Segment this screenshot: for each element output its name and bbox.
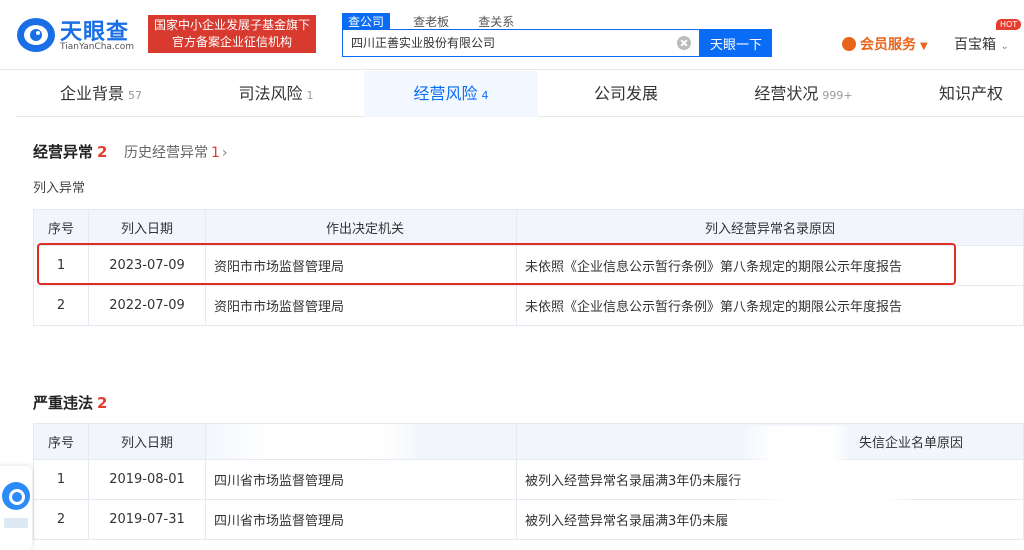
floating-service-widget[interactable] (0, 466, 32, 550)
cell-authority[interactable]: 资阳市市场监督管理局 (205, 285, 517, 326)
cell-date: 2022-07-09 (88, 285, 206, 326)
toolbox-menu[interactable]: 百宝箱 ⌄ (954, 34, 1009, 54)
cell-authority[interactable]: 四川省市场监督管理局 (205, 499, 517, 540)
caret-down-icon: ▼ (920, 41, 928, 52)
cell-date: 2019-07-31 (88, 499, 206, 540)
tab-label: 司法风险 (238, 84, 303, 103)
tab-operating-status[interactable]: 经营状况 999+ (716, 71, 891, 117)
slogan-banner: 国家中小企业发展子基金旗下 官方备案企业征信机构 (148, 15, 316, 53)
tab-count: 57 (128, 89, 142, 102)
col-header-index: 序号 (33, 423, 89, 460)
history-count: 1 (211, 145, 220, 161)
cell-index: 2 (33, 499, 89, 540)
clear-icon[interactable] (677, 36, 691, 50)
abnormal-section-title: 经营异常 2 (33, 141, 107, 162)
cell-index: 2 (33, 285, 89, 326)
tab-count: 1 (306, 89, 314, 102)
search-box (342, 29, 700, 57)
vip-label: 会员服务 (860, 37, 916, 53)
hot-badge: HOT (996, 19, 1022, 30)
search-button[interactable]: 天眼一下 (700, 29, 772, 57)
tab-judicial-risk[interactable]: 司法风险 1 (191, 71, 361, 117)
history-abnormal-link[interactable]: 历史经营异常 1 › (124, 142, 228, 162)
col-header-reason: 列入经营异常名录原因 (516, 209, 1024, 246)
violation-title: 严重违法 (33, 394, 94, 412)
tab-count: 999+ (822, 89, 853, 102)
col-header-date: 列入日期 (88, 423, 206, 460)
tab-company-development[interactable]: 公司发展 (541, 71, 711, 117)
cell-reason: 未依照《企业信息公示暂行条例》第八条规定的期限公示年度报告 (516, 285, 1024, 326)
col-header-authority: 作出决定机关 (205, 209, 517, 246)
col-header-date: 列入日期 (88, 209, 206, 246)
cell-date: 2019-08-01 (88, 459, 206, 500)
search-tabs: 查公司 查老板 查关系 (342, 11, 532, 31)
blur-overlay (200, 424, 420, 459)
tab-intellectual-property[interactable]: 知识产权 (896, 71, 1024, 117)
abnormal-title: 经营异常 (33, 143, 94, 161)
cell-authority[interactable]: 四川省市场监督管理局 (205, 459, 517, 500)
col-header-index: 序号 (33, 209, 89, 246)
table-row: 2 2022-07-09 资阳市市场监督管理局 未依照《企业信息公示暂行条例》第… (33, 285, 1024, 326)
logo-eye-icon (17, 18, 55, 52)
blur-overlay (735, 498, 915, 532)
slogan-line-1: 国家中小企业发展子基金旗下 (153, 18, 310, 32)
search-input[interactable] (351, 35, 671, 49)
table-header-row: 序号 列入日期 失信企业名单原因 (33, 423, 1024, 460)
abnormal-subtitle: 列入异常 (33, 181, 86, 196)
logo-subtext: TianYanCha.com (60, 42, 135, 52)
crown-icon (842, 37, 856, 51)
blur-overlay (740, 426, 850, 460)
tab-label: 公司发展 (593, 84, 658, 103)
customer-service-icon (2, 482, 30, 510)
slogan-line-2: 官方备案企业征信机构 (171, 35, 292, 49)
chevron-down-icon: ⌄ (1000, 41, 1009, 52)
violation-count: 2 (97, 394, 108, 412)
history-label: 历史经营异常 (124, 145, 208, 161)
tab-company-background[interactable]: 企业背景 57 (16, 71, 186, 117)
page: 天眼查 TianYanCha.com 国家中小企业发展子基金旗下 官方备案企业征… (0, 0, 1024, 550)
toolbox-label: 百宝箱 (954, 37, 996, 53)
table-header-row: 序号 列入日期 作出决定机关 列入经营异常名录原因 (33, 209, 1024, 246)
widget-bar (4, 518, 28, 528)
tab-label: 知识产权 (938, 84, 1003, 103)
tab-operating-risk[interactable]: 经营风险 4 (364, 71, 538, 117)
tab-count: 4 (481, 89, 489, 102)
abnormal-count: 2 (97, 143, 108, 161)
violation-section-title: 严重违法 2 (33, 392, 107, 413)
section-nav: 企业背景 57 司法风险 1 经营风险 4 公司发展 经营状况 999+ 知识产权 (16, 71, 1024, 117)
cell-index: 1 (33, 459, 89, 500)
logo[interactable]: 天眼查 TianYanCha.com (16, 14, 144, 56)
chevron-right-icon: › (221, 145, 228, 161)
tab-label: 经营状况 (754, 84, 819, 103)
blur-overlay (745, 462, 905, 496)
vip-service-menu[interactable]: 会员服务 ▼ (842, 34, 928, 54)
tab-label: 经营风险 (413, 84, 478, 103)
top-header: 天眼查 TianYanCha.com 国家中小企业发展子基金旗下 官方备案企业征… (0, 0, 1024, 70)
tab-label: 企业背景 (59, 84, 124, 103)
highlight-annotation (37, 243, 956, 285)
